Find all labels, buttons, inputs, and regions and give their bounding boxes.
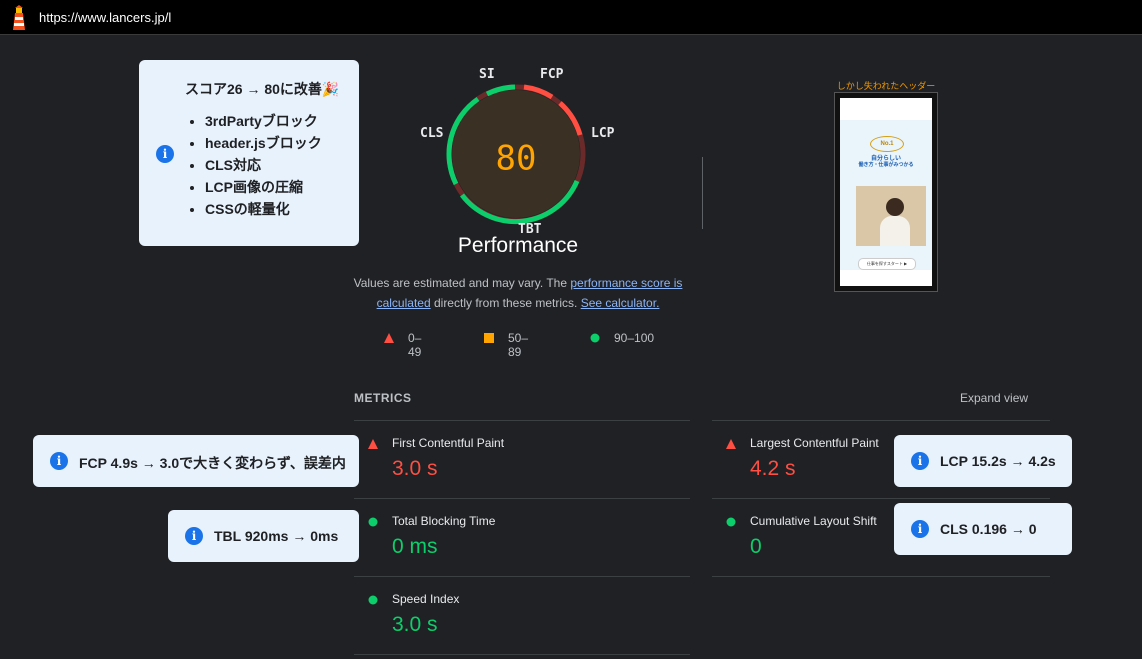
gauge-label-fcp: FCP [540,67,564,82]
triangle-icon [384,333,394,343]
list-item: header.jsブロック [205,132,322,154]
gauge-label-cls: CLS [420,126,444,141]
metric-si: Speed Index 3.0 s [354,577,690,655]
circle-icon [590,333,600,343]
improvement-list: 3rdPartyブロック header.jsブロック CLS対応 LCP画像の圧… [187,110,322,220]
square-icon [484,333,494,343]
screenshot-caption: しかし失われたヘッダー [836,81,936,91]
metrics-heading: METRICS [354,391,412,405]
circle-icon [726,517,736,527]
score-improvement-callout: i スコア26 → 80に改善🎉 3rdPartyブロック header.jsブ… [139,60,359,246]
list-item: CSSの軽量化 [205,198,322,220]
gauge-score: 80 [496,139,537,179]
list-item: LCP画像の圧縮 [205,176,322,198]
info-icon: i [185,527,203,545]
metric-name: Cumulative Layout Shift [750,514,877,528]
lcp-callout: i LCP 15.2s → 4.2s [894,435,1072,487]
callout-text: TBL 920ms → 0ms [214,528,339,544]
circle-icon [368,517,378,527]
metric-value: 4.2 s [750,457,796,480]
metric-value: 0 ms [392,535,438,558]
final-screenshot[interactable]: No.1 自分らしい 働き方・仕事がみつかる 仕事を探すスタート ▶ [834,92,938,292]
screenshot-page: No.1 自分らしい 働き方・仕事がみつかる 仕事を探すスタート ▶ [840,98,932,286]
metric-name: Total Blocking Time [392,514,496,528]
info-icon: i [50,452,68,470]
metric-name: Largest Contentful Paint [750,436,879,450]
person-figure [886,198,904,216]
performance-gauge: 80 [446,84,586,225]
info-icon: i [911,452,929,470]
gauge-label-si: SI [479,67,495,82]
callout-text: CLS 0.196 → 0 [940,521,1037,537]
gauge-label-lcp: LCP [591,126,615,141]
metric-name: Speed Index [392,592,460,606]
metric-value: 0 [750,535,762,558]
cls-callout: i CLS 0.196 → 0 [894,503,1072,555]
info-icon: i [156,145,174,163]
metric-tbt: Total Blocking Time 0 ms [354,499,690,577]
legend-range: 50–89 [508,331,529,359]
fcp-callout: i FCP 4.9s → 3.0で大きく変わらず、誤差内 [33,435,359,487]
legend-range: 90–100 [614,331,655,345]
note-text: Values are estimated and may vary. The [353,276,571,290]
info-icon: i [911,520,929,538]
expand-view-button[interactable]: Expand view [960,391,1028,405]
divider [702,157,703,229]
legend-range: 0–49 [408,331,422,359]
callout-text: FCP 4.9s → 3.0で大きく変わらず、誤差内 [79,455,346,471]
metric-value: 3.0 s [392,457,438,480]
divider [712,576,1050,577]
url-text[interactable]: https://www.lancers.jp/l [39,10,171,25]
screenshot-headline: 働き方・仕事がみつかる [858,162,914,168]
metric-name: First Contentful Paint [392,436,505,450]
list-item: 3rdPartyブロック [205,110,322,132]
divider [354,654,690,655]
metric-fcp: First Contentful Paint 3.0 s [354,421,690,499]
tbl-callout: i TBL 920ms → 0ms [168,510,359,562]
performance-title: Performance [457,234,579,257]
score-note: Values are estimated and may vary. The p… [350,273,686,313]
person-body [880,216,910,246]
triangle-icon [726,439,736,449]
lighthouse-icon [13,5,25,30]
callout-text: LCP 15.2s → 4.2s [940,453,1056,469]
screenshot-cta-button: 仕事を探すスタート ▶ [858,258,916,270]
triangle-icon [368,439,378,449]
laurel-badge: No.1 [870,136,904,152]
hero-photo [856,186,926,246]
browser-address-bar: https://www.lancers.jp/l [0,0,1142,35]
note-text: directly from these metrics. [430,296,581,310]
calculator-link[interactable]: See calculator. [581,296,660,310]
metric-value: 3.0 s [392,613,438,636]
callout-title: スコア26 → 80に改善🎉 [185,81,340,97]
list-item: CLS対応 [205,154,322,176]
circle-icon [368,595,378,605]
